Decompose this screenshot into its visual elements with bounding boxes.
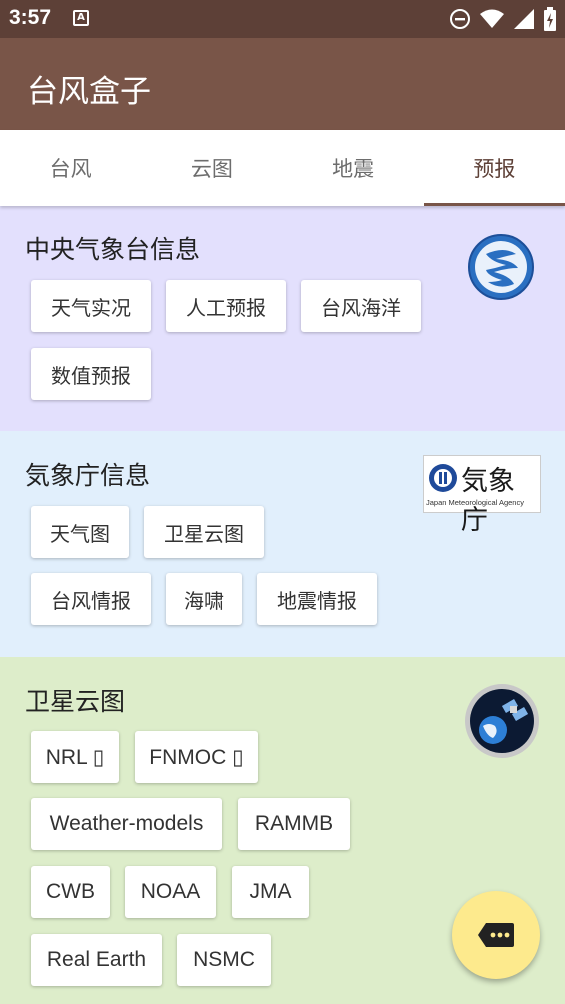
- satellite-section-title: 卫星云图: [25, 687, 126, 716]
- chip-manual-forecast[interactable]: 人工预报: [166, 280, 286, 332]
- chip-earthquake-info[interactable]: 地震情报: [257, 573, 377, 625]
- cma-logo-icon: [468, 234, 534, 300]
- cma-section-title: 中央气象台信息: [25, 235, 201, 264]
- signal-icon: [514, 9, 534, 29]
- chip-real-earth[interactable]: Real Earth: [31, 934, 162, 986]
- status-icons: [449, 7, 557, 31]
- app-title: 台风盒子: [27, 74, 151, 110]
- tab-earthquake[interactable]: 地震: [283, 130, 424, 206]
- jma-logo: 気象庁 Japan Meteorological Agency: [423, 455, 541, 536]
- chip-satellite-image[interactable]: 卫星云图: [144, 506, 264, 558]
- chip-typhoon-info[interactable]: 台风情报: [31, 573, 151, 625]
- do-not-disturb-icon: [450, 9, 470, 29]
- wifi-icon: [480, 9, 504, 28]
- chip-numerical-forecast[interactable]: 数值预报: [31, 348, 151, 400]
- chip-fnmoc[interactable]: FNMOC ▯: [135, 731, 258, 783]
- tab-typhoon[interactable]: 台风: [0, 130, 141, 206]
- app-bar: 台风盒子: [0, 38, 565, 130]
- chip-tsunami[interactable]: 海啸: [166, 573, 242, 625]
- chip-jma[interactable]: JMA: [232, 866, 309, 918]
- status-time: 3:57: [9, 6, 52, 29]
- jma-section-title: 気象庁信息: [25, 461, 151, 490]
- chip-rammb[interactable]: RAMMB: [238, 798, 350, 850]
- chip-weather-models[interactable]: Weather-models: [31, 798, 222, 850]
- jma-emblem-icon: [429, 464, 457, 492]
- tab-cloud-image[interactable]: 云图: [141, 130, 282, 206]
- chip-nrl[interactable]: NRL ▯: [31, 731, 119, 783]
- chip-weather-map[interactable]: 天气图: [31, 506, 129, 558]
- chip-weather-observation[interactable]: 天气实况: [31, 280, 151, 332]
- status-bar: 3:57 A: [0, 0, 565, 38]
- chip-typhoon-ocean[interactable]: 台风海洋: [301, 280, 421, 332]
- satellite-earth-icon: [465, 684, 539, 758]
- tab-forecast[interactable]: 预报: [423, 130, 565, 206]
- chat-fab-button[interactable]: [452, 891, 540, 979]
- chip-nsmc[interactable]: NSMC: [177, 934, 271, 986]
- tab-bar: 台风 云图 地震 预报: [0, 130, 565, 206]
- jma-logo-subtext: Japan Meteorological Agency: [426, 498, 524, 507]
- chip-noaa[interactable]: NOAA: [125, 866, 216, 918]
- notification-icon: A: [73, 10, 89, 26]
- battery-icon: [544, 7, 556, 31]
- chip-cwb[interactable]: CWB: [31, 866, 110, 918]
- chat-bubble-more-icon: [478, 923, 514, 947]
